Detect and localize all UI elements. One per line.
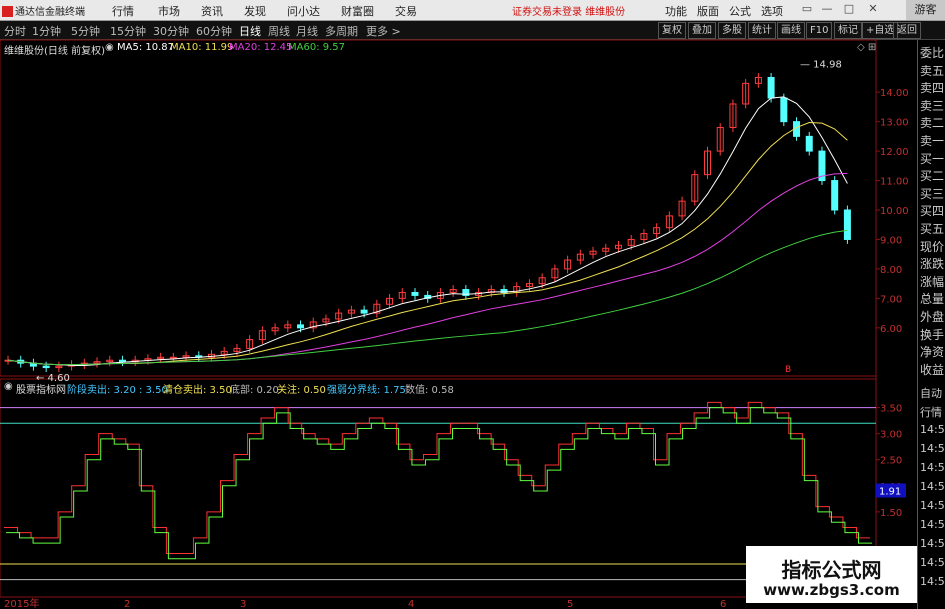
ma-line-1 xyxy=(7,122,848,366)
x-tick-label: 5 xyxy=(567,599,573,609)
quote-field-9: 买四 xyxy=(920,204,945,219)
quote-field-14: 总量 xyxy=(920,292,945,307)
quote-field-11: 现价 xyxy=(920,239,945,254)
tick-item-7: 14:5 xyxy=(920,518,945,531)
ma10-label: MA10: 11.99 xyxy=(170,42,234,53)
tick-item-6: 14:5 xyxy=(920,499,945,512)
main-panel-border xyxy=(0,39,877,377)
candle-body xyxy=(831,180,839,211)
y-tick-label: 11.00 xyxy=(880,177,909,188)
watermark-title: 指标公式网 xyxy=(781,558,882,582)
quote-field-15: 外盘 xyxy=(920,310,945,324)
candle-body xyxy=(42,365,50,369)
x-tick-label: 2015年 xyxy=(4,597,39,609)
ind-y-tick-label: 2.50 xyxy=(880,456,902,467)
tick-item-2: 14:5 xyxy=(920,423,945,436)
candle-body xyxy=(843,209,851,240)
tick-item-0: 自动 xyxy=(920,387,942,400)
quote-field-8: 买三 xyxy=(920,186,945,201)
kline-chart[interactable]: 14.00 13.00 12.00 11.00 10.00 9.00 8.00 7.00 6.0… xyxy=(0,0,945,609)
y-tick-label: 12.00 xyxy=(880,147,909,158)
quote-field-3: 卖三 xyxy=(920,98,945,113)
y-tick-label: 7.00 xyxy=(880,294,902,305)
indicator-param-divider: 强弱分界线: 1.75 xyxy=(327,385,406,396)
indicator-red-line xyxy=(4,401,870,555)
quote-sidebar: 委比卖五卖四卖三卖二卖一买一买二买三买四买五现价涨跌涨幅总量外盘换手净资收益 自… xyxy=(917,40,945,609)
ind-y-tick-label: 3.00 xyxy=(880,430,902,441)
tick-item-5: 14:5 xyxy=(920,480,945,493)
quote-field-7: 买二 xyxy=(920,169,945,184)
indicator-param-stage-sell: 阶段卖出: 3.20 : 3.50 xyxy=(67,385,168,396)
quote-field-17: 净资 xyxy=(920,345,945,360)
quote-field-4: 卖二 xyxy=(920,116,945,131)
candle-body xyxy=(169,356,177,359)
candle-body xyxy=(118,359,126,363)
quote-field-6: 买一 xyxy=(920,151,945,166)
quote-field-13: 涨幅 xyxy=(920,274,945,289)
quote-field-16: 换手 xyxy=(920,327,945,342)
tick-item-3: 14:5 xyxy=(920,442,945,455)
indicator-green-line xyxy=(6,407,872,560)
x-tick-label: 4 xyxy=(408,599,414,609)
ma-line-0 xyxy=(7,96,848,367)
ma60-label: MA60: 9.57 xyxy=(288,42,346,53)
candle-body xyxy=(805,135,813,152)
stock-title: 维维股份(日线 前复权) xyxy=(4,46,105,57)
ma-line-2 xyxy=(7,172,848,366)
y-tick-label: 8.00 xyxy=(880,265,902,276)
quote-field-2: 卖四 xyxy=(920,81,945,96)
indicator-param-watch: 关注: 0.50 xyxy=(277,385,326,396)
ma5-label: MA5: 10.87 xyxy=(117,42,175,53)
tick-item-1: 行情 xyxy=(920,406,942,419)
tick-item-9: 14:5 xyxy=(920,556,945,569)
watermark: 指标公式网 www.zbgs3.com xyxy=(746,546,917,603)
x-tick-label: 3 xyxy=(240,599,246,609)
x-tick-label: 2 xyxy=(124,599,130,609)
chart-settings-icon[interactable]: ◉ xyxy=(105,42,114,53)
indicator-param-value: 数值: 0.58 xyxy=(405,385,454,396)
watermark-url: www.zbgs3.com xyxy=(763,581,900,599)
quote-field-10: 买五 xyxy=(920,222,945,236)
candle-body xyxy=(411,291,419,296)
candle-body xyxy=(767,76,775,99)
quote-field-0: 委比 xyxy=(920,46,945,60)
indicator-settings-icon[interactable]: ◉ xyxy=(4,381,13,392)
quote-field-1: 卖五 xyxy=(920,63,945,78)
quote-field-18: 收益 xyxy=(920,362,945,377)
tick-item-8: 14:5 xyxy=(920,537,945,550)
x-tick-label: 6 xyxy=(720,599,726,609)
candle-body xyxy=(780,97,788,123)
ind-y-tick-label: 3.50 xyxy=(880,404,902,415)
chart-expand-icon[interactable]: ◇ ⊞ xyxy=(857,42,876,53)
y-tick-label: 14.00 xyxy=(880,88,909,99)
indicator-name: 股票指标网 xyxy=(16,385,66,396)
candle-body xyxy=(297,324,305,329)
indicator-param-clear-sell: 清仓卖出: 3.50 xyxy=(163,385,232,396)
candle-body xyxy=(360,309,368,314)
indicator-value-label: 1.91 xyxy=(879,486,901,497)
tick-item-10: 14:5 xyxy=(920,575,945,588)
quote-field-5: 卖一 xyxy=(920,134,945,148)
high-price-label: — 14.98 xyxy=(800,59,842,70)
ind-y-tick-label: 1.50 xyxy=(880,508,902,519)
quote-field-12: 涨跌 xyxy=(920,257,945,272)
y-tick-label: 9.00 xyxy=(880,235,902,246)
tick-item-4: 14:5 xyxy=(920,461,945,474)
y-tick-label: 10.00 xyxy=(880,206,909,217)
buy-marker: B xyxy=(785,365,791,375)
ma20-label: MA20: 12.45 xyxy=(229,42,293,53)
indicator-param-bottom: 底部: 0.20 xyxy=(230,385,279,396)
y-tick-label: 13.00 xyxy=(880,118,909,129)
y-tick-label: 6.00 xyxy=(880,324,902,335)
